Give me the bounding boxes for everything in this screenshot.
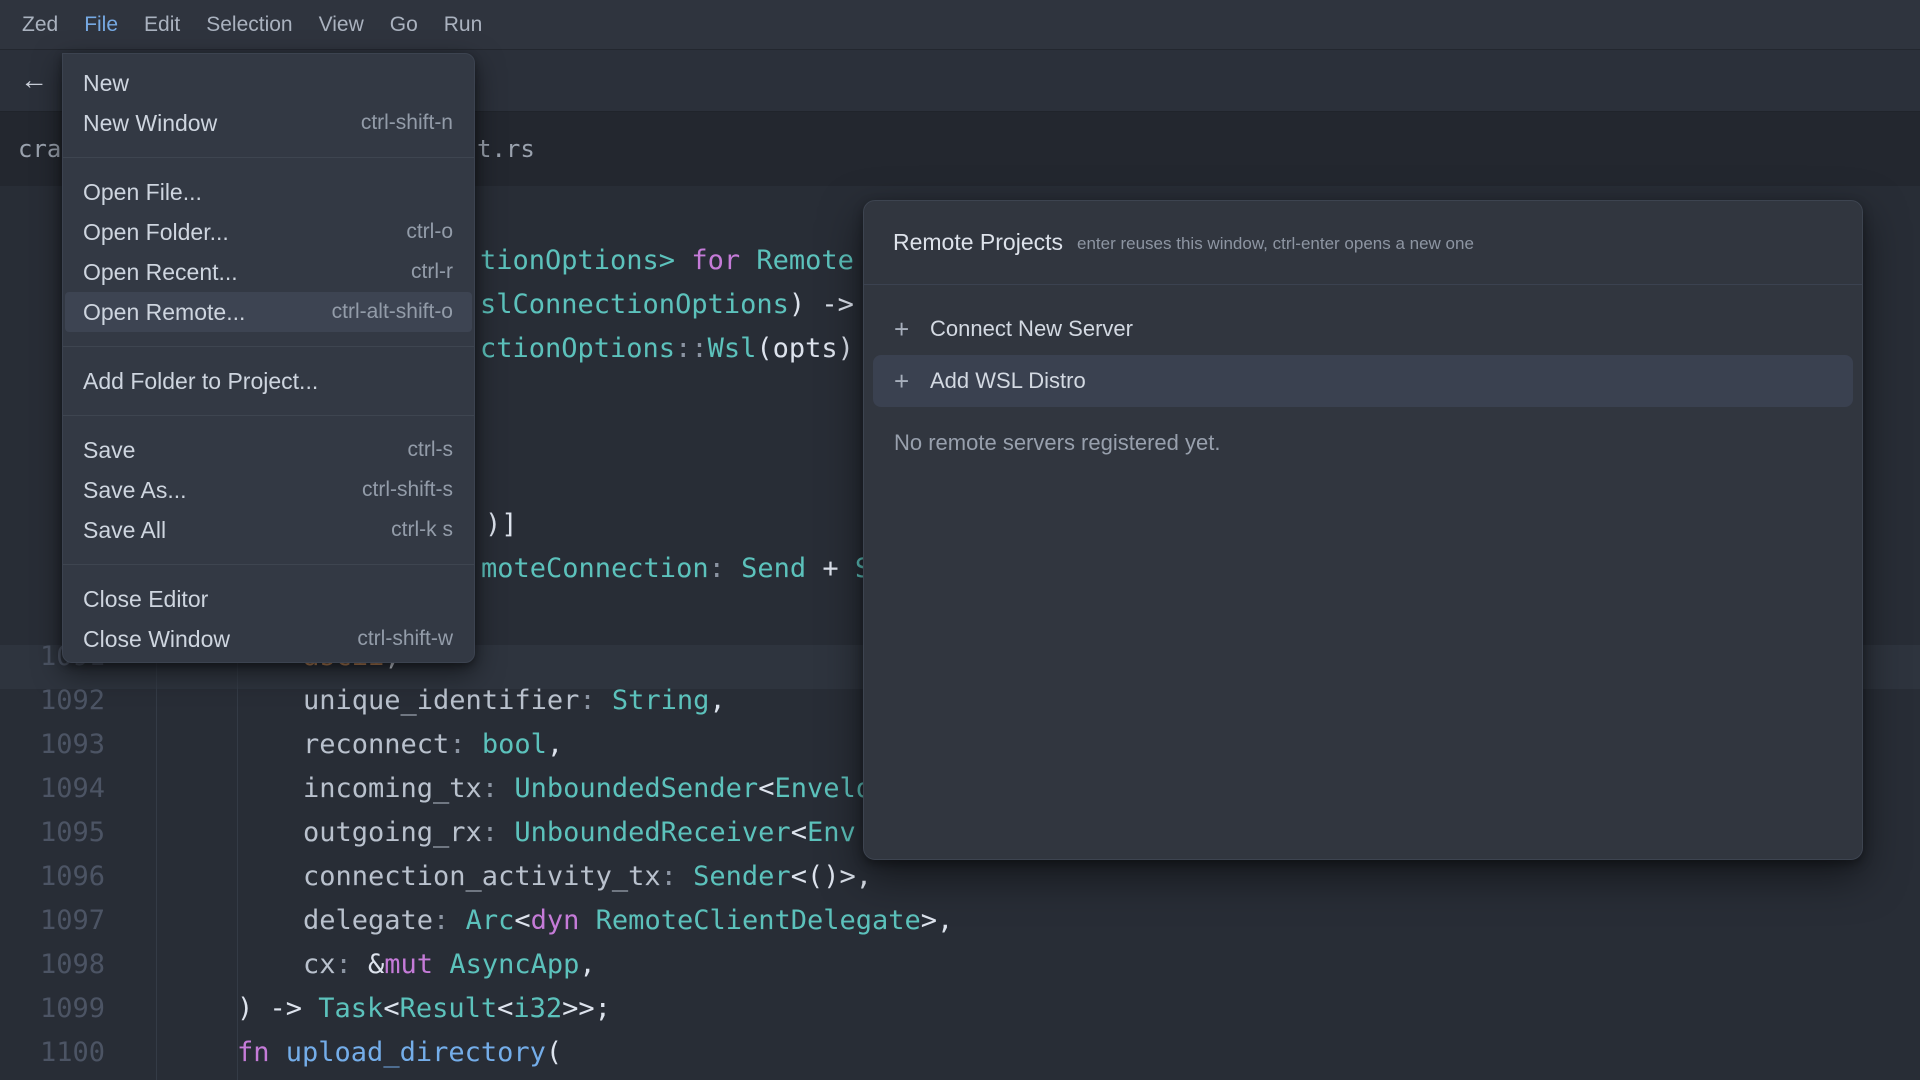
code-line: )] xyxy=(485,503,518,547)
plus-icon: + xyxy=(894,355,930,407)
code-line: cx: &mut AsyncApp, xyxy=(303,943,596,987)
breadcrumb-fragment-right: t.rs xyxy=(477,112,535,186)
menu-item[interactable]: Save All ctrl-k s xyxy=(65,510,472,550)
code-line: reconnect: bool, xyxy=(303,723,563,767)
menu-item-shortcut: ctrl-k s xyxy=(391,518,453,542)
line-number: 1094 xyxy=(20,767,105,811)
code-line: unique_identifier: String, xyxy=(303,679,726,723)
menubar-item-zed[interactable]: Zed xyxy=(22,13,58,37)
menu-item-shortcut: ctrl-s xyxy=(408,438,454,462)
line-number: 1100 xyxy=(20,1031,105,1075)
remote-projects-item-label: Connect New Server xyxy=(930,316,1133,342)
menubar-item-selection[interactable]: Selection xyxy=(206,13,292,37)
menubar-item-run[interactable]: Run xyxy=(444,13,483,37)
zed-window: 1111111111109110921093109410951096109710… xyxy=(0,0,1920,1080)
menu-divider xyxy=(63,415,474,416)
menu-item-label: Open Remote... xyxy=(83,299,332,326)
line-number: 1093 xyxy=(20,723,105,767)
code-line: incoming_tx: UnboundedSender<Envelo xyxy=(303,767,872,811)
menu-item-shortcut: ctrl-shift-n xyxy=(361,111,453,135)
code-line: slConnectionOptions) -> xyxy=(480,283,854,327)
remote-projects-modal: Remote Projects enter reuses this window… xyxy=(863,200,1863,860)
code-line: connection_activity_tx: Sender<()>, xyxy=(303,855,872,899)
menu-item-label: New Window xyxy=(83,110,361,137)
menu-item-label: Open Recent... xyxy=(83,259,411,286)
menu-item-label: Close Window xyxy=(83,626,357,653)
remote-projects-item[interactable]: + Add WSL Distro xyxy=(873,355,1853,407)
menu-item-label: Close Editor xyxy=(83,586,453,613)
menu-item[interactable]: Open Recent... ctrl-r xyxy=(65,252,472,292)
menu-item-shortcut: ctrl-o xyxy=(406,220,453,244)
menu-item-label: Save xyxy=(83,437,408,464)
back-arrow-icon[interactable]: ← xyxy=(16,50,52,112)
menu-item[interactable]: Open Remote... ctrl-alt-shift-o xyxy=(65,292,472,332)
menubar-item-view[interactable]: View xyxy=(319,13,364,37)
menubar-item-file[interactable]: File xyxy=(84,13,118,37)
code-line: ctionOptions::Wsl(opts) xyxy=(480,327,854,371)
modal-keyboard-hint: enter reuses this window, ctrl-enter ope… xyxy=(1077,231,1474,254)
menu-item[interactable]: Add Folder to Project... xyxy=(65,361,472,401)
menu-item[interactable]: Open Folder... ctrl-o xyxy=(65,212,472,252)
line-number: 1096 xyxy=(20,855,105,899)
remote-projects-item[interactable]: + Connect New Server xyxy=(873,303,1853,355)
menu-item[interactable]: New Window ctrl-shift-n xyxy=(65,103,472,143)
menu-item-label: Save As... xyxy=(83,477,362,504)
line-number: 1097 xyxy=(20,899,105,943)
menu-item-shortcut: ctrl-r xyxy=(411,260,453,284)
breadcrumb-fragment-left: cra xyxy=(18,112,61,186)
menu-item-shortcut: ctrl-shift-w xyxy=(357,627,453,651)
menu-divider xyxy=(63,564,474,565)
menu-item-label: New xyxy=(83,70,453,97)
code-line: fn upload_directory( xyxy=(237,1031,562,1075)
line-number: 1098 xyxy=(20,943,105,987)
modal-title: Remote Projects xyxy=(893,229,1063,256)
line-number: 1092 xyxy=(20,679,105,723)
menu-item-label: Save All xyxy=(83,517,391,544)
line-number: 1099 xyxy=(20,987,105,1031)
menu-item[interactable]: Close Window ctrl-shift-w xyxy=(65,619,472,659)
menu-item-shortcut: ctrl-shift-s xyxy=(362,478,453,502)
menu-item-shortcut: ctrl-alt-shift-o xyxy=(332,300,453,324)
menubar-item-go[interactable]: Go xyxy=(390,13,418,37)
menu-item[interactable]: Save As... ctrl-shift-s xyxy=(65,470,472,510)
code-line: ) -> Task<Result<i32>>; xyxy=(237,987,611,1031)
code-line: moteConnection: Send + S xyxy=(481,547,871,591)
line-number: 1095 xyxy=(20,811,105,855)
menu-item[interactable]: Save ctrl-s xyxy=(65,430,472,470)
remote-projects-list: + Connect New Server + Add WSL Distro xyxy=(864,285,1862,407)
menu-bar: Zed File Edit Selection View Go Run xyxy=(0,0,1920,50)
code-line: delegate: Arc<dyn RemoteClientDelegate>, xyxy=(303,899,953,943)
file-menu-dropdown: New New Window ctrl-shift-n Open File...… xyxy=(62,53,475,663)
menu-item-label: Open File... xyxy=(83,179,453,206)
menu-item-label: Add Folder to Project... xyxy=(83,368,453,395)
empty-state-message: No remote servers registered yet. xyxy=(873,421,1853,465)
code-line: tionOptions> for Remote xyxy=(480,239,854,283)
menu-item[interactable]: Close Editor xyxy=(65,579,472,619)
menu-item-label: Open Folder... xyxy=(83,219,406,246)
menu-divider xyxy=(63,346,474,347)
menu-item[interactable]: New xyxy=(65,63,472,103)
plus-icon: + xyxy=(894,303,930,355)
menu-item[interactable]: Open File... xyxy=(65,172,472,212)
code-line: outgoing_rx: UnboundedReceiver<Env xyxy=(303,811,856,855)
menubar-item-edit[interactable]: Edit xyxy=(144,13,180,37)
menu-divider xyxy=(63,157,474,158)
remote-projects-header: Remote Projects enter reuses this window… xyxy=(864,201,1862,285)
remote-projects-item-label: Add WSL Distro xyxy=(930,368,1086,394)
